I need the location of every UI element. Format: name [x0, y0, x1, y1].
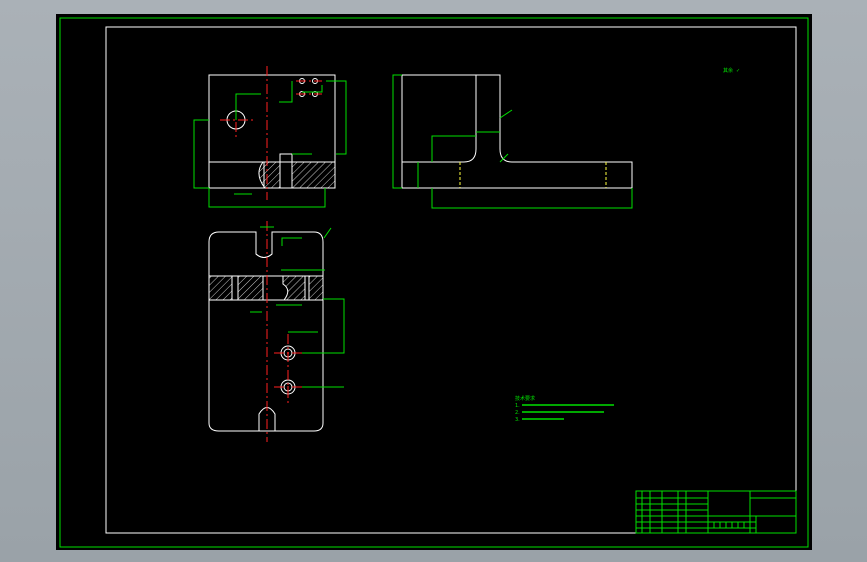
top-view[interactable] — [208, 221, 345, 442]
tech-note-3: 3. — [515, 417, 520, 423]
tech-note-heading: 技术要求 — [515, 395, 535, 402]
side-view[interactable] — [392, 74, 633, 209]
front-view[interactable] — [193, 66, 347, 208]
tech-note-2: 2. — [515, 410, 520, 416]
drawing-sheet[interactable]: 其余 ✓ 技术要求 1. 2. 3. — [56, 14, 812, 550]
outer-frame — [59, 17, 809, 548]
title-block[interactable] — [635, 490, 797, 534]
cad-viewport: 其余 ✓ 技术要求 1. 2. 3. — [0, 0, 867, 562]
technical-notes: 技术要求 1. 2. 3. — [515, 395, 614, 423]
roughness-symbol: ✓ — [736, 68, 740, 74]
drawing-canvas: 其余 ✓ 技术要求 1. 2. 3. — [59, 17, 809, 548]
tech-note-1: 1. — [515, 403, 520, 409]
roughness-label: 其余 — [723, 67, 733, 74]
